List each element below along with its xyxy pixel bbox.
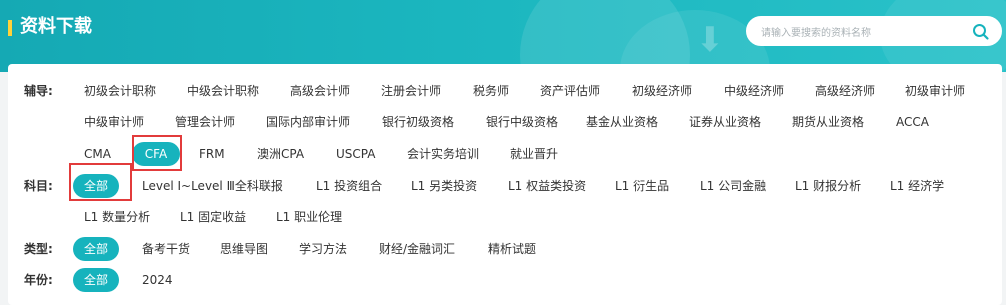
filter-item-fudao[interactable]: 会计实务培训 [407,141,479,167]
filter-item-leixing[interactable]: 精析试题 [488,236,536,262]
filter-item-leixing[interactable]: 财经/金融词汇 [379,236,455,262]
filter-row-kemu: 科目: 全部 Level Ⅰ~Level Ⅲ全科联报 L1 投资组合 L1 另类… [8,173,1002,199]
highlight-box-all [69,163,132,201]
filter-item-fudao[interactable]: 管理会计师 [175,109,235,135]
search-icon[interactable] [971,22,991,42]
filter-item-fudao[interactable]: 资产评估师 [540,78,600,104]
highlight-box-cfa [132,135,182,171]
page-title: 资料下载 [20,16,92,37]
filter-item-leixing[interactable]: 备考干货 [142,236,190,262]
filter-item-kemu[interactable]: L1 财报分析 [795,173,861,199]
filter-item-fudao[interactable]: 税务师 [473,78,509,104]
download-decoration-icon: ⬇ [695,20,725,60]
filter-label-kemu: 科目: [24,179,53,193]
filter-item-kemu[interactable]: L1 职业伦理 [276,204,342,230]
filter-item-fudao[interactable]: 证券从业资格 [689,109,761,135]
filter-row-leixing: 类型: 全部 备考干货 思维导图 学习方法 财经/金融词汇 精析试题 [8,236,1002,262]
filter-item-kemu[interactable]: L1 另类投资 [411,173,477,199]
filter-item-kemu[interactable]: L1 权益类投资 [508,173,586,199]
filter-label-leixing: 类型: [24,242,53,256]
filter-panel: 辅导: 初级会计职称 中级会计职称 高级会计师 注册会计师 税务师 资产评估师 … [8,64,1002,305]
filter-item-fudao[interactable]: 高级会计师 [290,78,350,104]
filter-item-fudao[interactable]: 国际内部审计师 [266,109,350,135]
filter-item-fudao[interactable]: 初级会计职称 [84,78,156,104]
filter-item-fudao[interactable]: 注册会计师 [381,78,441,104]
filter-item-nianfen-active[interactable]: 全部 [73,268,119,292]
filter-item-kemu[interactable]: Level Ⅰ~Level Ⅲ全科联报 [142,173,283,199]
filter-item-kemu[interactable]: L1 固定收益 [180,204,246,230]
filter-item-fudao[interactable]: 银行初级资格 [382,109,454,135]
search-input[interactable] [759,23,963,43]
filter-item-fudao[interactable]: FRM [199,141,225,167]
filter-item-kemu[interactable]: L1 衍生品 [615,173,669,199]
filter-item-nianfen[interactable]: 2024 [142,267,173,293]
filter-item-fudao[interactable]: 高级经济师 [815,78,875,104]
filter-item-fudao[interactable]: 中级审计师 [84,109,144,135]
filter-item-fudao[interactable]: 初级经济师 [632,78,692,104]
filter-item-leixing-active[interactable]: 全部 [73,237,119,261]
filter-item-fudao[interactable]: ACCA [896,109,929,135]
filter-label-fudao: 辅导: [24,84,53,98]
filter-row-kemu-continued: L1 数量分析 L1 固定收益 L1 职业伦理 [8,204,1002,230]
filter-item-fudao[interactable]: 中级会计职称 [187,78,259,104]
filter-item-kemu[interactable]: L1 数量分析 [84,204,150,230]
page-header: ⬇ 资料下载 [0,0,1006,72]
filter-row-fudao-continued: 中级审计师 管理会计师 国际内部审计师 银行初级资格 银行中级资格 基金从业资格… [8,109,1002,135]
title-marker [8,20,12,36]
filter-item-fudao[interactable]: 银行中级资格 [486,109,558,135]
filter-item-fudao[interactable]: USCPA [336,141,375,167]
filter-item-leixing[interactable]: 思维导图 [220,236,268,262]
filter-item-fudao[interactable]: 就业晋升 [510,141,558,167]
filter-item-kemu[interactable]: L1 投资组合 [316,173,382,199]
filter-item-fudao[interactable]: 澳洲CPA [257,141,304,167]
filter-item-fudao[interactable]: 中级经济师 [724,78,784,104]
filter-item-kemu[interactable]: L1 公司金融 [700,173,766,199]
filter-item-leixing[interactable]: 学习方法 [299,236,347,262]
filter-item-fudao[interactable]: 期货从业资格 [792,109,864,135]
search-box[interactable] [746,16,1002,46]
filter-item-kemu[interactable]: L1 经济学 [890,173,944,199]
filter-item-fudao[interactable]: 基金从业资格 [586,109,658,135]
filter-item-fudao[interactable]: 初级审计师 [905,78,965,104]
filter-label-nianfen: 年份: [24,273,53,287]
filter-row-nianfen: 年份: 全部 2024 [8,267,1002,293]
filter-row-fudao: 辅导: 初级会计职称 中级会计职称 高级会计师 注册会计师 税务师 资产评估师 … [8,78,1002,104]
